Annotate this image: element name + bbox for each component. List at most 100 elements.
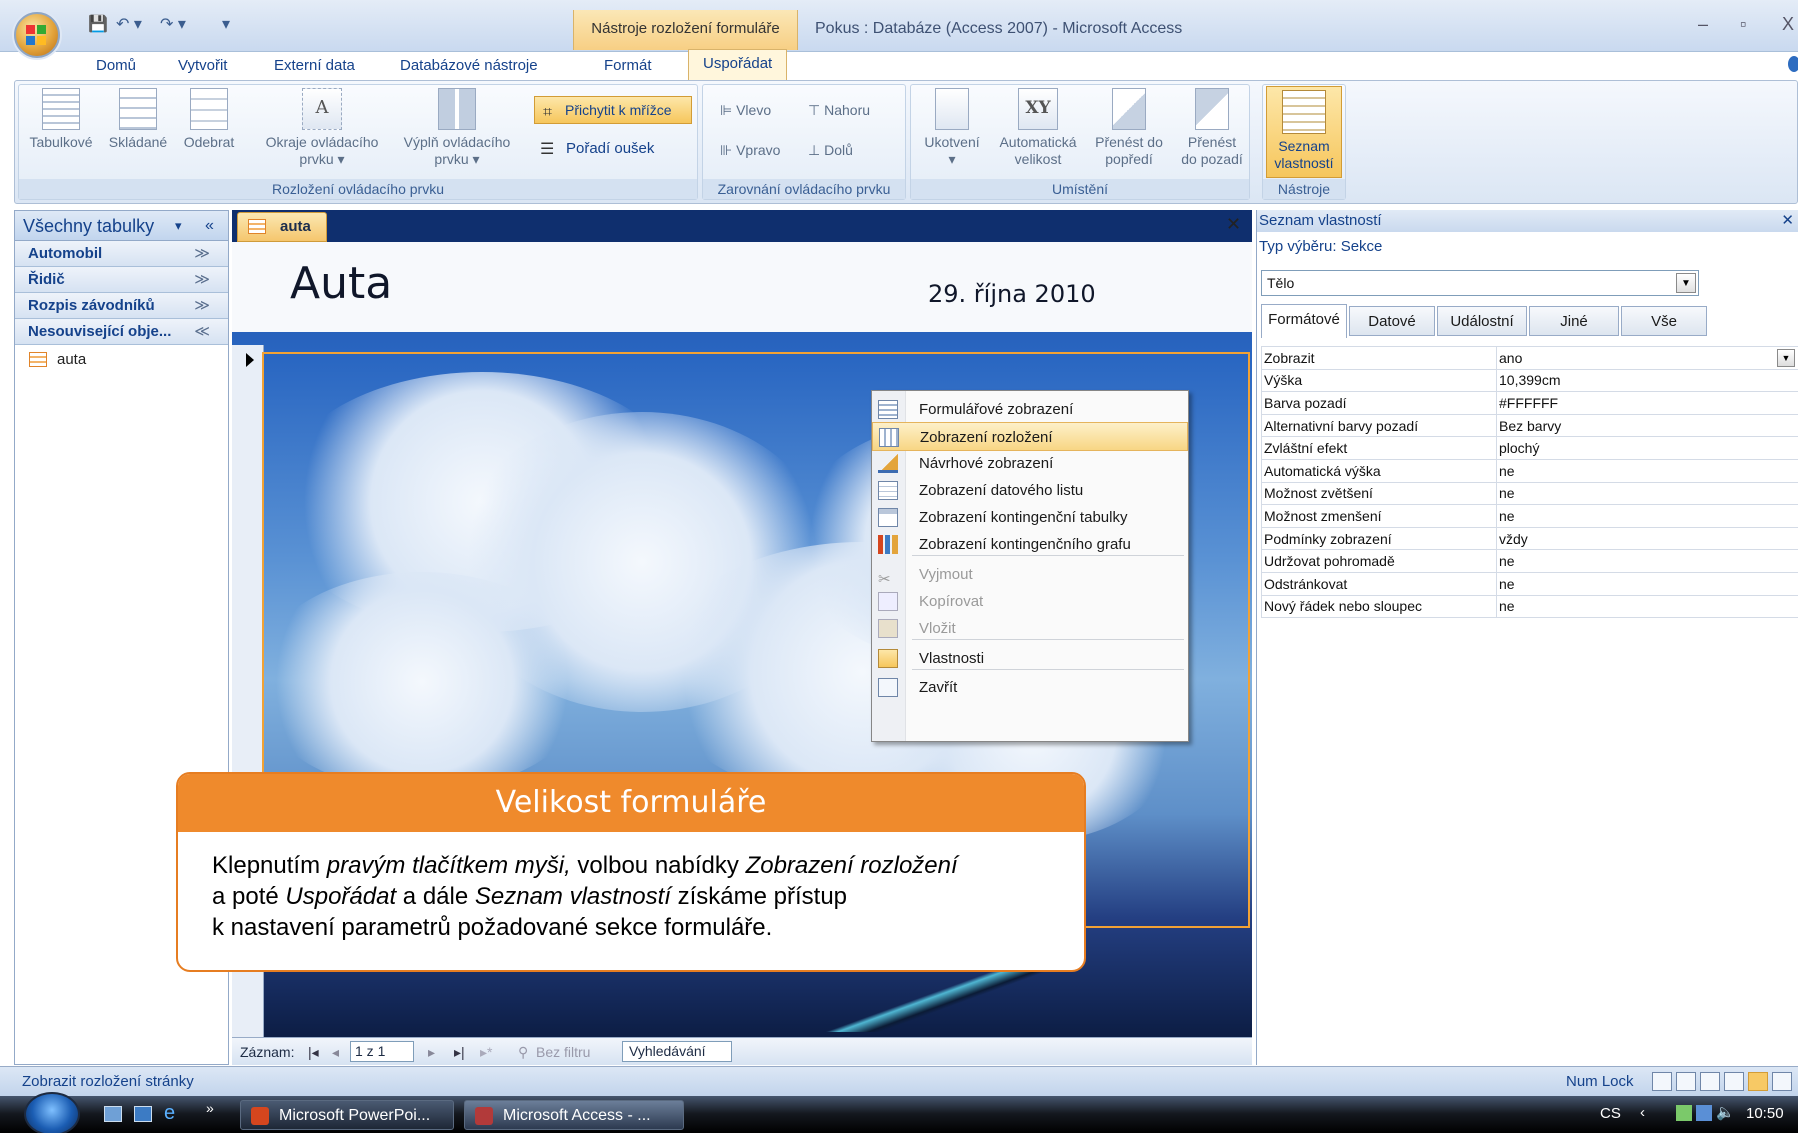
tab-databazove-nastroje[interactable]: Databázové nástroje [396,52,542,80]
property-row[interactable]: Udržovat pohromadě ne [1261,549,1798,573]
property-value[interactable]: ano [1496,346,1798,370]
tab-format[interactable]: Formát [600,52,656,80]
first-record-icon[interactable]: |◂ [308,1038,319,1066]
auto-size-button[interactable]: XY Automatická velikost [990,88,1086,168]
selection-dropdown[interactable]: Tělo ▼ [1261,270,1699,296]
menu-item-design-view[interactable]: Návrhové zobrazení [872,449,1188,478]
property-row[interactable]: Odstránkovat ne [1261,571,1798,596]
nav-group-nesouvisejici[interactable]: Nesouvisející obje... ≪ [15,319,228,345]
close-document-icon[interactable]: ✕ [1226,214,1241,235]
nav-item-auta[interactable]: auta [15,345,228,375]
next-record-icon[interactable]: ▸ [428,1038,435,1066]
nav-dropdown-icon[interactable]: ▾ [175,211,182,241]
property-value[interactable]: ne [1496,458,1798,483]
tray-expand-icon[interactable]: ‹ [1640,1104,1645,1121]
property-value[interactable]: ne [1496,571,1798,596]
tabular-button[interactable]: Tabulkové [22,88,100,151]
show-desktop-icon[interactable] [104,1106,122,1122]
pivot-table-status-icon[interactable] [1700,1072,1720,1091]
nav-group-automobil[interactable]: Automobil ≫ [15,241,228,267]
tab-formatove[interactable]: Formátové [1261,304,1347,338]
property-sheet-button[interactable]: Seznam vlastností [1266,86,1342,178]
save-icon[interactable]: 💾 [88,14,108,34]
property-value[interactable]: ne [1496,504,1798,528]
property-row[interactable]: Alternativní barvy pozadí Bez barvy [1261,413,1798,438]
tray-app-icon[interactable] [1676,1105,1692,1121]
send-to-back-button[interactable]: Přenést do pozadí [1172,88,1252,168]
close-property-sheet-icon[interactable]: ✕ [1781,210,1794,232]
property-value[interactable]: ne [1496,481,1798,506]
menu-item-pivot-table[interactable]: Zobrazení kontingenční tabulky [872,503,1188,532]
tab-vse[interactable]: Vše [1621,306,1707,336]
control-margins-button[interactable]: A Okraje ovládacího prvku ▾ [254,88,390,168]
property-dropdown-icon[interactable]: ▼ [1777,349,1795,367]
property-row[interactable]: Výška 10,399cm [1261,368,1798,393]
network-icon[interactable] [1696,1105,1712,1121]
property-value[interactable]: ne [1496,549,1798,573]
property-row[interactable]: Zvláštní efekt plochý [1261,436,1798,460]
collapse-pane-icon[interactable]: « [205,211,214,241]
volume-icon[interactable]: 🔈 [1716,1103,1735,1121]
minimize-button[interactable]: – [1698,14,1708,35]
undo-icon[interactable]: ↶ ▾ [116,14,142,34]
switch-windows-icon[interactable] [134,1106,152,1122]
internet-explorer-icon[interactable]: e [164,1102,175,1125]
tab-usporadat[interactable]: Uspořádat [688,49,788,82]
snap-to-grid-button[interactable]: ⌗ Přichytit k mřížce [534,96,692,124]
menu-item-close-form[interactable]: Zavřít [872,673,1188,702]
property-row[interactable]: Automatická výška ne [1261,458,1798,483]
tab-jine[interactable]: Jiné [1529,306,1619,336]
form-view-status-icon[interactable] [1652,1072,1672,1091]
property-value[interactable]: 10,399cm [1496,368,1798,393]
align-right-button[interactable]: ⊪ Vpravo [720,142,780,159]
menu-item-pivot-chart[interactable]: Zobrazení kontingenčního grafu [872,530,1188,559]
search-input[interactable]: Vyhledávání [622,1041,732,1062]
menu-item-datasheet-view[interactable]: Zobrazení datového listu [872,476,1188,505]
filter-status[interactable]: Bez filtru [536,1038,590,1066]
menu-item-form-view[interactable]: Formulářové zobrazení [872,395,1188,424]
new-record-icon[interactable]: ▸* [480,1038,492,1066]
clock[interactable]: 10:50 [1746,1105,1784,1122]
form-title[interactable]: Auta [290,258,392,309]
property-value[interactable]: ne [1496,594,1798,619]
property-row[interactable]: Podmínky zobrazení vždy [1261,526,1798,551]
help-icon[interactable] [1788,56,1798,72]
align-left-button[interactable]: ⊫ Vlevo [720,102,771,119]
property-value[interactable]: vždy [1496,526,1798,551]
redo-icon[interactable]: ↷ ▾ [160,14,186,34]
maximize-button[interactable]: ▫ [1740,14,1746,35]
property-row[interactable]: Nový řádek nebo sloupec ne [1261,594,1798,619]
tab-order-button[interactable]: ☰ Pořadí oušek [540,140,654,158]
datasheet-status-icon[interactable] [1676,1072,1696,1091]
close-button[interactable]: X [1782,14,1794,35]
property-row[interactable]: Zobrazit ano [1261,346,1798,370]
nav-group-ridic[interactable]: Řidič ≫ [15,267,228,293]
stacked-button[interactable]: Skládané [102,88,174,151]
tab-domu[interactable]: Domů [92,52,140,80]
anchoring-button[interactable]: Ukotvení ▾ [916,88,988,168]
office-button[interactable] [14,12,60,58]
last-record-icon[interactable]: ▸| [454,1038,465,1066]
tab-udalostni[interactable]: Událostní [1437,306,1527,336]
pivot-chart-status-icon[interactable] [1724,1072,1744,1091]
taskbar-powerpoint[interactable]: Microsoft PowerPoi... [240,1100,454,1130]
document-tab-auta[interactable]: auta [237,212,327,242]
property-value[interactable]: plochý [1496,436,1798,460]
tab-externi-data[interactable]: Externí data [270,52,359,80]
align-bottom-button[interactable]: ⊥ Dolů [808,142,853,159]
tab-datove[interactable]: Datové [1349,306,1435,336]
remove-layout-button[interactable]: Odebrat [176,88,242,151]
design-view-status-icon[interactable] [1772,1072,1792,1091]
property-row[interactable]: Možnost zvětšení ne [1261,481,1798,506]
nav-group-rozpis[interactable]: Rozpis závodníků ≫ [15,293,228,319]
tab-vytvorit[interactable]: Vytvořit [174,52,231,80]
property-value[interactable]: #FFFFFF [1496,391,1798,415]
start-button[interactable] [24,1092,80,1133]
record-position-input[interactable]: 1 z 1 [350,1041,414,1062]
bring-to-front-button[interactable]: Přenést do popředí [1088,88,1170,168]
menu-item-properties[interactable]: Vlastnosti [872,644,1188,673]
dropdown-arrow-icon[interactable]: ▼ [1676,273,1696,293]
language-indicator[interactable]: CS [1600,1105,1621,1122]
more-quicklaunch-icon[interactable]: » [206,1100,214,1116]
customize-qat-icon[interactable]: ▾ [222,14,230,34]
